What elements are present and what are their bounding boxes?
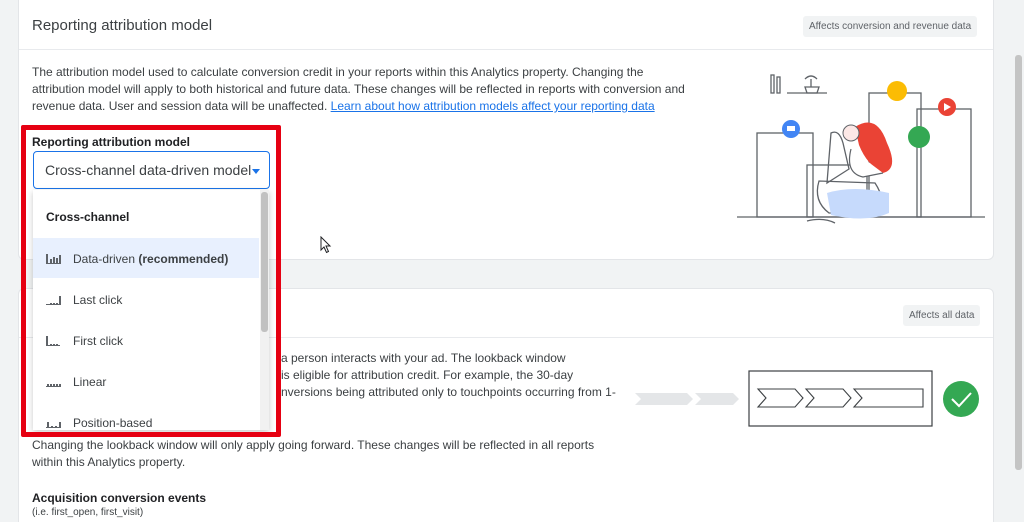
dropdown-item-label: First click bbox=[73, 334, 123, 348]
dropdown-item-last-click[interactable]: Last click bbox=[33, 279, 259, 319]
affects-all-data-badge: Affects all data bbox=[903, 305, 981, 326]
dropdown-item-label: Position-based bbox=[73, 416, 153, 430]
dropdown-item-label: Last click bbox=[73, 293, 123, 307]
lookback-note-line-2: within this Analytics property. bbox=[32, 455, 186, 469]
caret-down-icon bbox=[252, 169, 260, 174]
affects-conversion-badge: Affects conversion and revenue data bbox=[803, 16, 978, 37]
bar-chart-data-driven-icon bbox=[46, 254, 61, 264]
page-scrollbar[interactable] bbox=[1012, 0, 1024, 522]
attribution-model-select[interactable]: Cross-channel data-driven model bbox=[33, 151, 270, 189]
attribution-description: The attribution model used to calculate … bbox=[32, 64, 732, 115]
lookback-line-3: nversions being attributed only to touch… bbox=[281, 385, 616, 399]
learn-more-link[interactable]: Learn about how attribution models affec… bbox=[331, 99, 655, 113]
mouse-cursor-icon bbox=[320, 236, 332, 254]
recommended-suffix: (recommended) bbox=[135, 252, 229, 266]
dropdown-item-data-driven[interactable]: Data-driven (recommended) bbox=[33, 238, 259, 278]
bar-chart-first-click-icon bbox=[46, 336, 60, 346]
item-label-text: Data-driven bbox=[73, 252, 136, 266]
card-title: Reporting attribution model bbox=[32, 17, 213, 34]
description-line-1: The attribution model used to calculate … bbox=[32, 65, 644, 79]
acquisition-conversion-events-hint: (i.e. first_open, first_visit) bbox=[32, 507, 144, 518]
bar-chart-last-click-icon bbox=[46, 295, 61, 305]
acquisition-conversion-events-label: Acquisition conversion events bbox=[32, 491, 207, 505]
attribution-illustration bbox=[737, 74, 985, 224]
attribution-model-dropdown: Cross-channel Data-driven (recommended) … bbox=[33, 190, 269, 430]
lookback-illustration bbox=[635, 370, 979, 427]
dropdown-item-label: Data-driven (recommended) bbox=[73, 252, 228, 266]
dropdown-item-first-click[interactable]: First click bbox=[33, 320, 259, 360]
dropdown-scroll-thumb[interactable] bbox=[261, 192, 268, 332]
bar-chart-position-based-icon bbox=[46, 418, 61, 428]
select-value: Cross-channel data-driven model bbox=[45, 162, 252, 178]
lookback-description: a person interacts with your ad. The loo… bbox=[281, 350, 641, 401]
description-line-2: attribution model will apply to both his… bbox=[32, 82, 685, 96]
dropdown-item-label: Linear bbox=[73, 375, 107, 389]
lookback-line-2: is eligible for attribution credit. For … bbox=[281, 368, 574, 382]
lookback-line-1: a person interacts with your ad. The loo… bbox=[281, 351, 566, 365]
description-line-3-text: revenue data. User and session data will… bbox=[32, 99, 331, 113]
description-line-3: revenue data. User and session data will… bbox=[32, 98, 732, 115]
dropdown-group-header: Cross-channel bbox=[46, 210, 130, 224]
lookback-note: Changing the lookback window will only a… bbox=[32, 437, 652, 471]
dropdown-scrollbar[interactable] bbox=[260, 190, 269, 430]
card-divider bbox=[19, 49, 993, 50]
dropdown-item-linear[interactable]: Linear bbox=[33, 361, 259, 401]
bar-chart-linear-icon bbox=[46, 377, 61, 387]
dropdown-item-position-based[interactable]: Position-based bbox=[33, 402, 259, 430]
page-scroll-thumb[interactable] bbox=[1015, 55, 1022, 470]
lookback-note-line-1: Changing the lookback window will only a… bbox=[32, 438, 595, 452]
attribution-model-field-label: Reporting attribution model bbox=[32, 135, 190, 149]
